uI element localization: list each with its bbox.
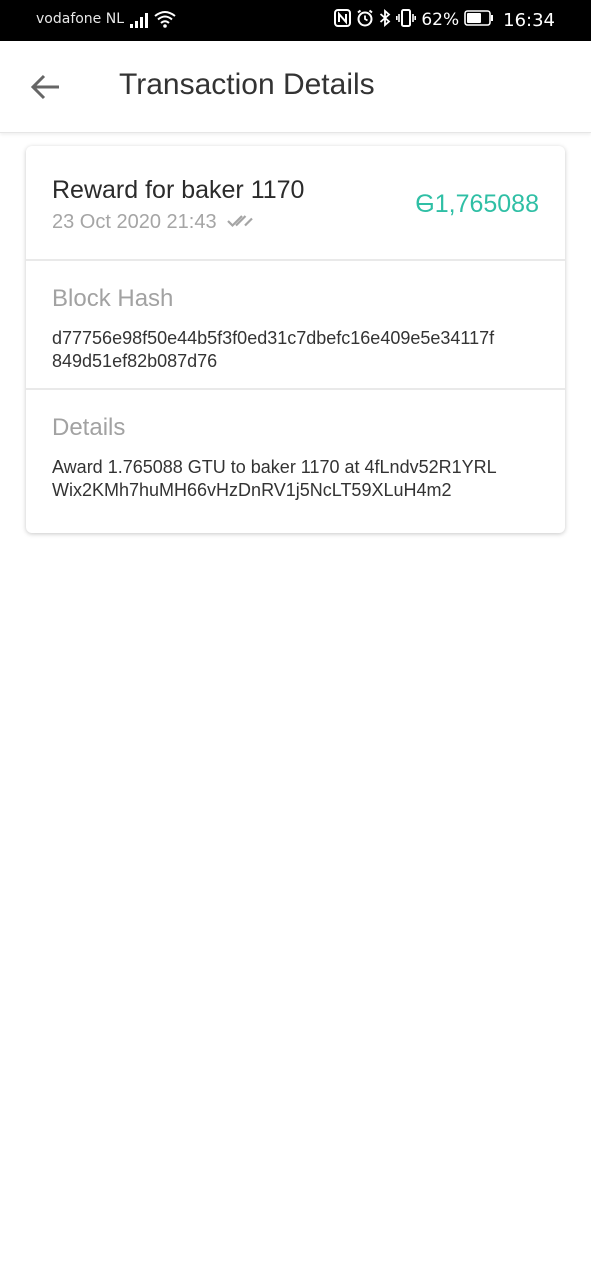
back-button[interactable]: [26, 67, 66, 107]
details-value: Award 1.765088 GTU to baker 1170 at 4fLn…: [52, 456, 544, 502]
transaction-card: Reward for baker 1170 23 Oct 2020 21:43 …: [26, 146, 565, 533]
block-hash-line-1: d77756e98f50e44b5f3f0ed31c7dbefc16e409e5…: [52, 328, 495, 348]
details-line-1: Award 1.765088 GTU to baker 1170 at 4fLn…: [52, 457, 497, 477]
transaction-amount: G 1,765088: [415, 190, 539, 219]
gtu-currency-symbol: G: [415, 190, 435, 218]
app-bar: Transaction Details: [0, 41, 591, 133]
details-line-2: Wix2KMh7huMH66vHzDnRV1j5NcLT59XLuH4m2: [52, 480, 452, 500]
nfc-icon: [334, 9, 352, 31]
battery-percent: 62%: [421, 10, 460, 30]
status-bar: vodafone NL 62% 16:34: [0, 0, 591, 41]
page-title: Transaction Details: [119, 68, 375, 101]
alarm-icon: [356, 9, 374, 31]
clock-time: 16:34: [503, 9, 555, 31]
wifi-icon: [154, 10, 176, 32]
block-hash-value: d77756e98f50e44b5f3f0ed31c7dbefc16e409e5…: [52, 327, 544, 373]
arrow-left-icon: [26, 74, 66, 111]
transaction-date-row: 23 Oct 2020 21:43: [52, 211, 253, 234]
block-hash-label: Block Hash: [52, 285, 174, 312]
transaction-title: Reward for baker 1170: [52, 176, 305, 204]
battery-icon: [464, 10, 494, 30]
amount-value: 1,765088: [434, 190, 539, 218]
carrier-label: vodafone NL: [36, 11, 125, 27]
transaction-summary: Reward for baker 1170 23 Oct 2020 21:43 …: [26, 146, 565, 261]
signal-icon: [130, 11, 150, 33]
double-check-icon: [226, 211, 253, 234]
block-hash-section: Block Hash d77756e98f50e44b5f3f0ed31c7db…: [26, 263, 565, 390]
vibrate-icon: [396, 9, 417, 31]
block-hash-line-2: 849d51ef82b087d76: [52, 351, 218, 371]
bluetooth-icon: [379, 9, 391, 31]
details-section: Details Award 1.765088 GTU to baker 1170…: [26, 392, 565, 533]
transaction-date: 23 Oct 2020 21:43: [52, 211, 217, 233]
details-label: Details: [52, 414, 126, 441]
